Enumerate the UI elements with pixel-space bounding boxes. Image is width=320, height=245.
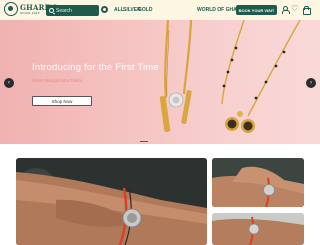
location-icon[interactable] (101, 6, 108, 13)
logo-emblem-icon (4, 2, 18, 16)
carousel-dot[interactable] (150, 141, 153, 142)
search-input[interactable] (56, 6, 96, 15)
rakhi-wrist-image (16, 158, 207, 245)
carousel-dot[interactable] (160, 141, 163, 142)
heart-icon[interactable] (291, 4, 298, 14)
user-icon[interactable] (281, 6, 290, 14)
shop-now-button[interactable]: Shop Now (32, 96, 92, 106)
gallery-card-wrist[interactable] (16, 158, 207, 245)
search-icon[interactable] (49, 8, 54, 13)
rakhi-hand-image (212, 158, 304, 207)
carousel-dots (140, 141, 163, 142)
carousel-next-icon[interactable]: › (306, 78, 316, 88)
gallery-card-hand-bottom[interactable] (212, 213, 304, 245)
nav-gold[interactable]: GOLD (138, 7, 152, 13)
rakhi-hand-bottom-image (212, 213, 304, 245)
hero-subtitle: Silver Mangalsutra Rakhi (32, 78, 83, 83)
gallery-card-hand-top[interactable] (212, 158, 304, 207)
hero-banner[interactable]: Introducing for the First Time Silver Ma… (0, 20, 320, 144)
search-box[interactable] (46, 5, 99, 16)
book-your-visit-button[interactable]: BOOK YOUR VISIT (236, 5, 277, 15)
site-header: GHARE'S SINCE 1915 ALL SILVER GOLD WORLD… (0, 0, 320, 20)
bag-icon[interactable] (302, 6, 311, 15)
carousel-dot[interactable] (155, 141, 158, 142)
hero-title: Introducing for the First Time (32, 62, 159, 73)
carousel-dot[interactable] (140, 141, 148, 142)
carousel-prev-icon[interactable]: ‹ (4, 78, 14, 88)
